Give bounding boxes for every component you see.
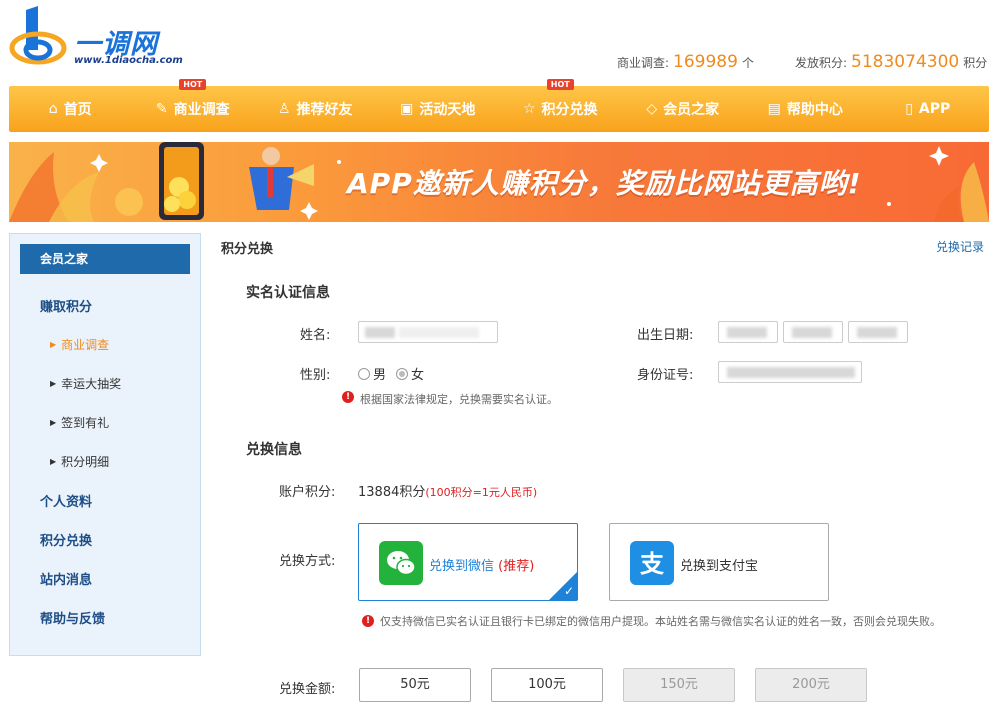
id-number-field[interactable] [718, 361, 862, 383]
alipay-option[interactable]: 支 兑换到支付宝 [609, 523, 829, 601]
gender-label: 性别: [300, 368, 331, 383]
check-icon: ✓ [563, 584, 574, 598]
nav-help-center[interactable]: ▤ 帮助中心 [744, 86, 867, 132]
nav-refer-friends[interactable]: ♙ 推荐好友 [254, 86, 377, 132]
logo-mark-icon [9, 6, 67, 65]
identity-section-title: 实名认证信息 [246, 285, 330, 301]
alipay-option-label: 兑换到支付宝 [680, 559, 759, 574]
wechat-notice: ! 仅支持微信已实名认证且银行卡已绑定的微信用户提现。本站姓名需与微信实名认证的姓… [362, 613, 974, 630]
sidebar-item-messages[interactable]: 站内消息 [40, 569, 92, 588]
warning-icon: ! [342, 391, 354, 403]
main-nav: ⌂ 首页 HOT ✎ 商业调查 ♙ 推荐好友 ▣ 活动天地 HOT ☆ 积分兑换 ◇ 会员之家 … [9, 79, 990, 132]
caret-right-icon: ▶ [50, 418, 57, 427]
caret-right-icon: ▶ [50, 340, 57, 349]
home-icon: ⌂ [48, 101, 58, 117]
radio-circle [358, 367, 370, 380]
sidebar-item-help-feedback[interactable]: 帮助与反馈 [40, 608, 105, 627]
nav-business-survey[interactable]: HOT ✎ 商业调查 [132, 79, 255, 132]
wechat-option-label: 兑换到微信 (推荐) [429, 559, 535, 574]
wechat-option[interactable]: 兑换到微信 (推荐) ✓ [358, 523, 578, 601]
site-logo[interactable]: 一调网 www.1diaocha.com [8, 6, 183, 68]
nav-member-home[interactable]: ◇ 会员之家 [622, 86, 745, 132]
account-points-label: 账户积分: [279, 485, 336, 500]
banner-text: APP邀新人赚积分，奖励比网站更高哟! [347, 167, 862, 200]
star-icon: ☆ [522, 101, 536, 117]
logo-url: www.1diaocha.com [74, 55, 183, 66]
sidebar-item-earn-points[interactable]: 赚取积分 [40, 296, 92, 315]
sidebar: 会员之家 赚取积分 ▶ 商业调查 ▶ 幸运大抽奖 ▶ 签到有礼 ▶ 积分明细 个人资料 … [9, 233, 201, 656]
caret-right-icon: ▶ [50, 379, 57, 388]
sidebar-subitem-check-in[interactable]: ▶ 签到有礼 [50, 414, 109, 431]
exchange-record-link[interactable]: 兑换记录 [936, 238, 984, 255]
nav-home[interactable]: ⌂ 首页 [9, 86, 132, 132]
radio-circle [396, 367, 408, 380]
nav-activities[interactable]: ▣ 活动天地 [377, 86, 500, 132]
alipay-icon: 支 [630, 541, 674, 585]
points-issued-stat: 发放积分: 5183074300 积分 [795, 52, 988, 72]
exchange-method-label: 兑换方式: [279, 554, 336, 569]
svg-text:支: 支 [640, 550, 665, 578]
sidebar-item-points-exchange[interactable]: 积分兑换 [40, 530, 92, 549]
edit-icon: ✎ [155, 101, 168, 117]
hot-badge: HOT [546, 79, 574, 90]
page-title: 积分兑换 [221, 242, 274, 257]
birth-year-select[interactable] [718, 321, 778, 343]
exchange-section-title: 兑换信息 [246, 442, 302, 458]
gift-icon: ▣ [400, 101, 414, 117]
birth-date-label: 出生日期: [637, 328, 694, 343]
warning-icon: ! [362, 615, 374, 627]
birth-day-select[interactable] [848, 321, 908, 343]
name-field[interactable] [358, 321, 498, 343]
sidebar-item-profile[interactable]: 个人资料 [40, 491, 92, 510]
nav-points-exchange[interactable]: HOT ☆ 积分兑换 [499, 79, 622, 132]
amount-50-button[interactable]: 50元 [359, 668, 471, 702]
gender-female-radio[interactable]: 女 [396, 364, 424, 383]
amount-100-button[interactable]: 100元 [491, 668, 603, 702]
account-points-value: 13884积分(100积分=1元人民币) [358, 485, 538, 500]
sidebar-subitem-business-survey[interactable]: ▶ 商业调查 [50, 336, 109, 353]
gender-male-radio[interactable]: 男 [358, 364, 386, 383]
promo-banner[interactable]: APP邀新人赚积分，奖励比网站更高哟! [9, 142, 989, 222]
book-icon: ▤ [767, 101, 781, 117]
birth-month-select[interactable] [783, 321, 843, 343]
sidebar-subitem-points-detail[interactable]: ▶ 积分明细 [50, 453, 109, 470]
legal-notice: ! 根据国家法律规定，兑换需要实名认证。 [342, 391, 558, 407]
diamond-icon: ◇ [646, 101, 658, 117]
amount-200-button[interactable]: 200元 [755, 668, 867, 702]
phone-icon: ▯ [905, 101, 913, 117]
nav-app[interactable]: ▯ APP [867, 86, 990, 132]
amount-150-button[interactable]: 150元 [623, 668, 735, 702]
user-icon: ♙ [277, 101, 291, 117]
wechat-icon [379, 541, 423, 585]
amount-label: 兑换金额: [279, 682, 336, 697]
id-number-label: 身份证号: [637, 368, 694, 383]
survey-count-stat: 商业调查: 169989 个 [617, 52, 754, 72]
caret-right-icon: ▶ [50, 457, 57, 466]
name-label: 姓名: [300, 328, 331, 343]
sidebar-subitem-lucky-draw[interactable]: ▶ 幸运大抽奖 [50, 375, 121, 392]
hot-badge: HOT [179, 79, 207, 90]
sidebar-title[interactable]: 会员之家 [20, 244, 190, 274]
